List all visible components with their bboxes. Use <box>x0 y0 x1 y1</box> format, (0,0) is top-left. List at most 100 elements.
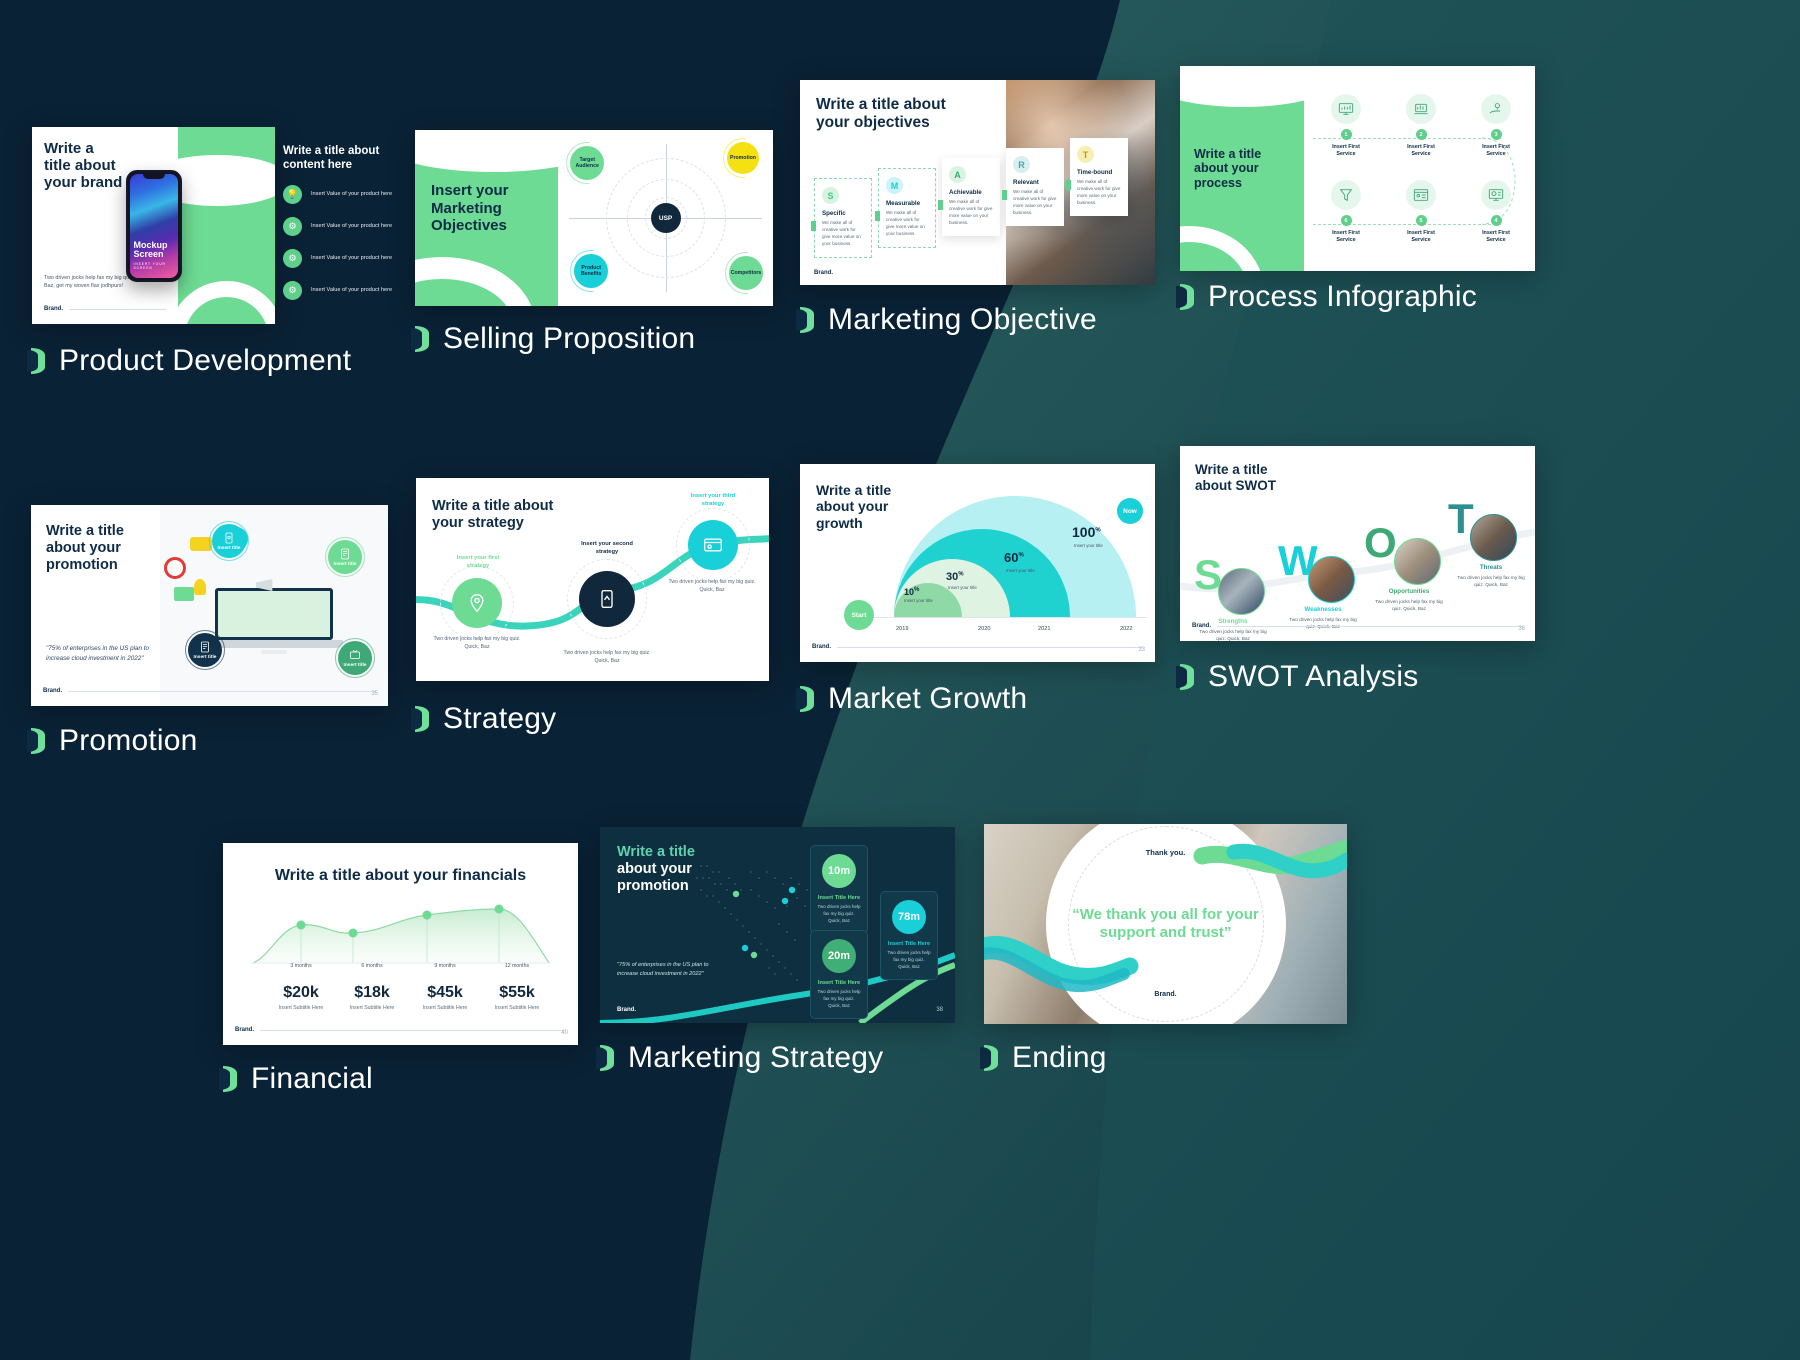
growth-value-30: 30% <box>946 571 964 583</box>
smart-card-specific[interactable]: S Specific We make all of creative work … <box>811 178 872 258</box>
swot-photo-strengths <box>1218 568 1265 615</box>
caption-process-infographic: Process Infographic <box>1176 280 1477 314</box>
process-step-4[interactable]: 4 Insert First Service <box>1466 180 1526 245</box>
slide-title: Write a title about your strategy <box>432 498 554 531</box>
period-label: 12 months <box>504 963 530 969</box>
growth-sub-10: Insert your title <box>904 598 933 603</box>
slide-product-development[interactable]: Write a title about your brand Two drive… <box>32 127 275 324</box>
slide-promotion[interactable]: Write a title about your promotion "75% … <box>31 505 388 706</box>
caption-marketing-strategy: Marketing Strategy <box>596 1041 884 1075</box>
slide-market-growth[interactable]: Write a title about your growth 10% Inse… <box>800 464 1155 662</box>
amount-subtitle: Insert Subtitle Here <box>278 1005 324 1011</box>
step-label: Insert First Service <box>1407 144 1435 158</box>
slide-ending[interactable]: Thank you. “We thank you all for your su… <box>984 824 1347 1024</box>
page-number: 35 <box>371 691 378 697</box>
list-item[interactable]: 💡 Insert Value of your product here <box>283 184 403 204</box>
metric-title: Insert Title Here <box>817 980 861 986</box>
smart-card-measurable[interactable]: M Measurable We make all of creative wor… <box>875 168 936 248</box>
card-desc: We make all of creative work for give mo… <box>1077 179 1121 205</box>
card-title: Achievable <box>949 189 982 196</box>
letter-badge-a: A <box>949 166 966 183</box>
promo-bubble-2[interactable]: Insert title <box>325 537 365 577</box>
promo-bubble-3[interactable]: Insert title <box>185 630 225 670</box>
crescent-icon <box>411 326 429 352</box>
process-step-2[interactable]: 2 Insert First Service <box>1391 94 1451 159</box>
brand-line: Brand. <box>1192 623 1523 629</box>
crescent-icon <box>796 686 814 712</box>
bubble-target-audience[interactable]: Target Audience <box>570 146 605 180</box>
slide-quote: "75% of enterprises in the US plan to in… <box>617 961 709 977</box>
strategy-node-3[interactable] <box>676 508 750 582</box>
monitor-pie-icon <box>1481 180 1511 210</box>
list-item-label: Insert Value of your product here <box>311 223 393 230</box>
process-step-6[interactable]: 6 Insert First Service <box>1316 180 1376 245</box>
step-number: 2 <box>1415 129 1427 140</box>
metric-card-10m[interactable]: 10m Insert Title Here Two driven jocks h… <box>810 845 868 935</box>
list-item[interactable]: ⚙ Insert Value of your product here <box>283 280 403 300</box>
thank-you-label: Thank you. <box>1145 848 1186 857</box>
caption-label: Product Development <box>59 344 352 377</box>
caption-label: Strategy <box>443 702 557 735</box>
caption-label: Marketing Strategy <box>628 1041 884 1074</box>
slide-marketing-objective[interactable]: Write a title about your objectives S Spe… <box>800 80 1155 285</box>
bubble-competitors[interactable]: Competitors <box>729 256 763 290</box>
metric-card-78m[interactable]: 78m Insert Title Here Two driven jocks h… <box>880 891 938 981</box>
target-icon <box>163 557 186 579</box>
strategy-node-2[interactable] <box>567 559 647 639</box>
caption-label: Selling Proposition <box>443 322 696 355</box>
process-step-3[interactable]: 3 Insert First Service <box>1466 94 1526 159</box>
brand-label: Brand. <box>812 644 832 650</box>
browser-user-icon <box>1406 180 1436 210</box>
smart-card-relevant[interactable]: R Relevant We make all of creative work … <box>1002 148 1064 226</box>
growth-value-100: 100% <box>1072 524 1101 540</box>
slide-green-panel: Insert your Marketing Objectives <box>415 130 559 306</box>
swot-caption-threats: Threats Two driven jocks help fax my big… <box>1457 564 1525 588</box>
smart-card-time-bound[interactable]: T Time-bound We make all of creative wor… <box>1066 138 1128 216</box>
financial-col-3: 9 months $45k Insert Subtitle Here <box>409 963 481 1011</box>
step-number: 1 <box>1340 129 1352 140</box>
caption-financial: Financial <box>219 1062 373 1096</box>
process-step-1[interactable]: 1 Insert First Service <box>1316 94 1376 159</box>
monitor-chart-icon <box>1331 94 1361 124</box>
crescent-icon <box>1176 284 1194 310</box>
promo-bubble-4[interactable]: Insert title <box>335 638 375 678</box>
brand-line: Brand. <box>43 688 376 694</box>
slide-selling-proposition[interactable]: Insert your Marketing Objectives USP Tar… <box>415 130 773 306</box>
financial-col-1: 3 months $20k Insert Subtitle Here <box>265 963 337 1011</box>
amount-subtitle: Insert Subtitle Here <box>422 1005 468 1011</box>
slide-title: Write a title about your growth <box>816 482 892 531</box>
smart-card-achievable[interactable]: A Achievable We make all of creative wor… <box>938 158 1000 236</box>
slide-financial[interactable]: Write a title about your financials 3 mo… <box>223 843 578 1045</box>
swot-photo-threats <box>1470 514 1517 561</box>
metric-card-20m[interactable]: 20m Insert Title Here Two driven jocks h… <box>810 930 868 1020</box>
bubble-promotion[interactable]: Promotion <box>727 142 759 174</box>
brand-label: Brand. <box>44 306 64 312</box>
lightbulb-icon <box>193 579 206 595</box>
list-item[interactable]: ⚙ Insert Value of your product here <box>283 248 403 268</box>
letter-badge-t: T <box>1077 146 1094 163</box>
brand-label: Brand. <box>814 270 834 276</box>
slide-strategy[interactable]: Write a title about your strategy Insert … <box>416 478 769 681</box>
caption-market-growth: Market Growth <box>796 682 1027 716</box>
promo-bubble-1[interactable]: Insert title <box>209 521 249 561</box>
strategy-desc-2: Two driven jocks help fax my big quiz. Q… <box>563 650 651 664</box>
caption-swot-analysis: SWOT Analysis <box>1176 660 1418 694</box>
slide-title: Write a title about SWOT <box>1195 462 1276 493</box>
step-label: Insert First Service <box>1482 144 1510 158</box>
crescent-icon <box>219 1066 237 1092</box>
process-step-5[interactable]: 5 Insert First Service <box>1391 180 1451 245</box>
period-label: 6 months <box>361 963 383 969</box>
slide-swot-analysis[interactable]: Write a title about SWOT S Strengths Two … <box>1180 446 1535 641</box>
strategy-node-1[interactable] <box>440 566 514 640</box>
phone-mockup: Mockup Screen INSERT YOUR SCREEN <box>125 169 182 282</box>
slide-process-infographic[interactable]: Write a title about your process 1 Inser… <box>1180 66 1535 271</box>
bubble-product-benefits[interactable]: Product Benefits <box>574 254 609 288</box>
list-item[interactable]: ⚙ Insert Value of your product here <box>283 216 403 236</box>
crescent-icon <box>596 1045 614 1071</box>
letter-badge-s: S <box>822 187 839 204</box>
list-item-label: Insert Value of your product here <box>311 255 393 262</box>
crescent-icon <box>796 307 814 333</box>
slide-marketing-strategy[interactable]: Write a title about your promotion "75% … <box>600 827 955 1023</box>
hand-idea-icon <box>1481 94 1511 124</box>
gear-icon: ⚙ <box>283 216 302 236</box>
